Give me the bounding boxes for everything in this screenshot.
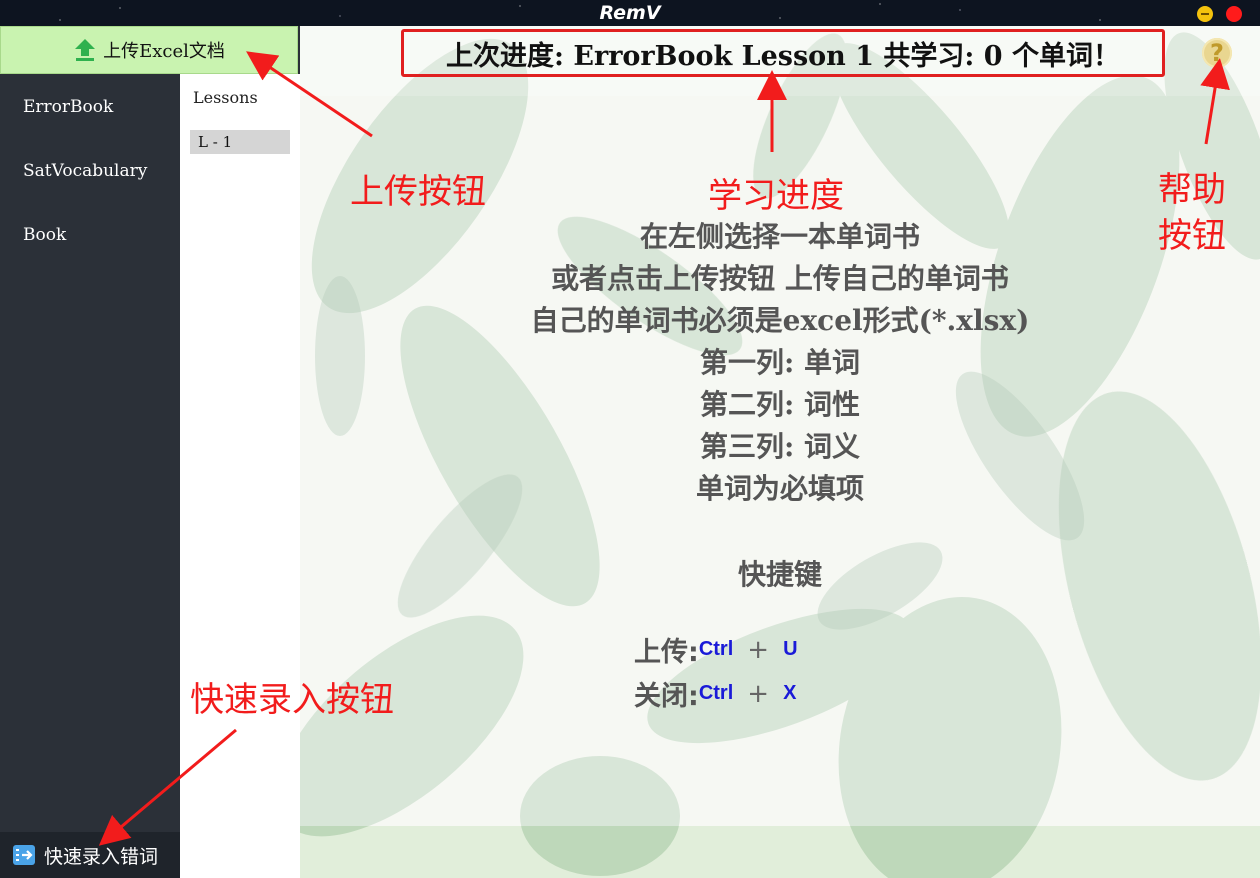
book-list: ErrorBook SatVocabulary Book [0,84,180,276]
instruction-line: 第一列: 单词 [699,346,861,379]
shortcut-title: 快捷键 [737,558,822,591]
annotation-upload: 上传按钮 [350,172,486,212]
annotation-quick-entry: 快速录入按钮 [190,680,394,720]
shortcut-upload: 上传: Ctrl + U [634,630,798,669]
u-key: U [783,638,798,660]
window-title: RemV [599,2,661,24]
plus-sign: + [747,678,770,709]
book-item-errorbook[interactable]: ErrorBook [0,84,180,148]
help-icon[interactable]: ? [1202,38,1232,68]
instruction-line: 在左侧选择一本单词书 [639,220,920,253]
lessons-panel: Lessons L - 1 [180,74,300,878]
ctrl-key: Ctrl [698,682,734,704]
close-button[interactable] [1226,6,1242,22]
instruction-line: 第三列: 词义 [699,430,861,463]
instruction-line: 或者点击上传按钮 上传自己的单词书 [551,262,1009,295]
annotation-help-line2: 按钮 [1158,216,1226,256]
shortcut-close: 关闭: Ctrl + X [634,674,796,713]
plus-sign: + [747,634,770,665]
ctrl-key: Ctrl [698,638,734,660]
quick-entry-button[interactable]: 快速录入错词 [0,832,180,878]
quick-entry-icon [13,845,35,865]
annotation-help-line1: 帮助 [1158,170,1226,210]
main-panel: 上次进度: ErrorBook Lesson 1 共学习: 0 个单词！ ? 在… [300,26,1260,878]
book-item-satvocabulary[interactable]: SatVocabulary [0,148,180,212]
book-item-book[interactable]: Book [0,212,180,276]
progress-status: 上次进度: ErrorBook Lesson 1 共学习: 0 个单词！ [401,29,1165,77]
minimize-button[interactable] [1197,6,1213,22]
lesson-item[interactable]: L - 1 [190,130,290,154]
sidebar: ErrorBook SatVocabulary Book 快速录入错词 [0,26,180,878]
shortcut-upload-label: 上传: [634,637,699,668]
instruction-line: 第二列: 词性 [699,388,861,421]
x-key: X [783,682,797,704]
shortcut-close-label: 关闭: [634,681,699,712]
upload-excel-button[interactable]: 上传Excel文档 [0,26,298,74]
upload-button-label: 上传Excel文档 [103,41,225,62]
lessons-title: Lessons [193,88,258,107]
quick-entry-label: 快速录入错词 [44,845,159,868]
bottom-strip [300,826,1260,878]
annotation-progress: 学习进度 [708,176,844,216]
instruction-line: 自己的单词书必须是excel形式(*.xlsx) [530,304,1030,337]
instructions: 在左侧选择一本单词书 或者点击上传按钮 上传自己的单词书 自己的单词书必须是ex… [300,216,1260,510]
title-bar: RemV [0,0,1260,26]
instruction-line: 单词为必填项 [695,472,864,505]
upload-icon [75,39,96,61]
